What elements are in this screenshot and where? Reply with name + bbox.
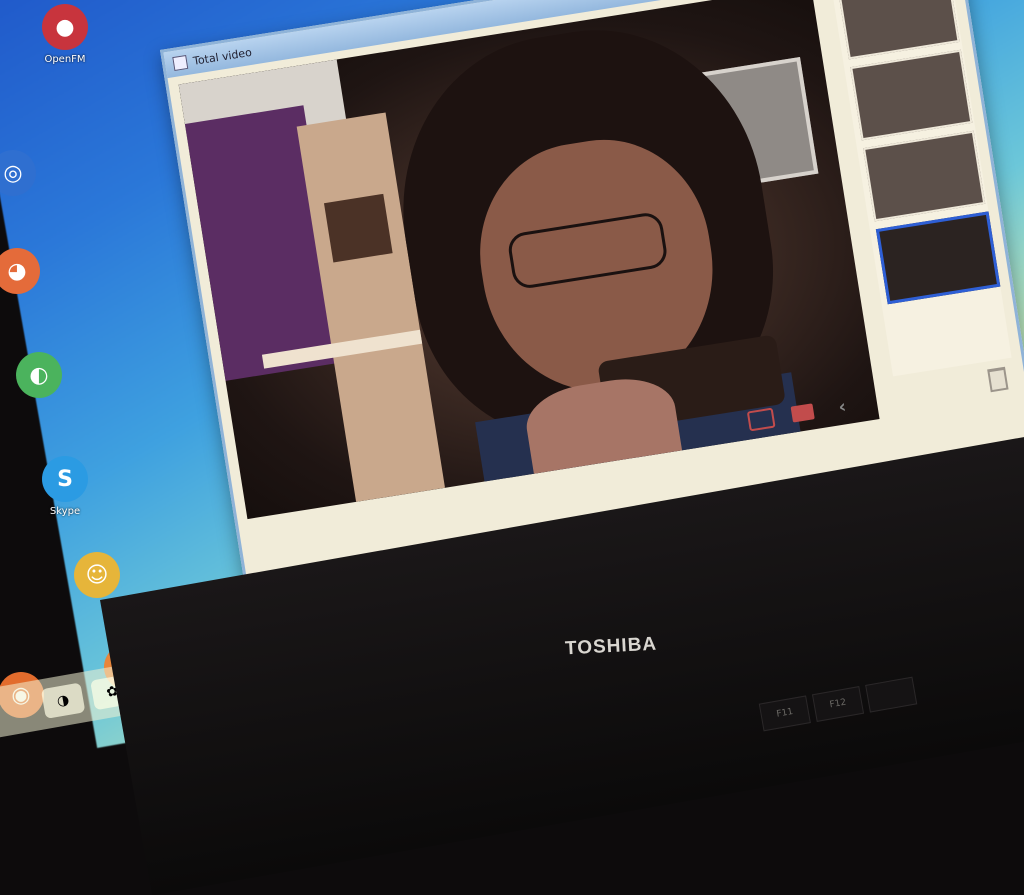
desktop-icon-skype[interactable]: S Skype xyxy=(30,456,100,517)
video-camera-icon[interactable] xyxy=(790,403,815,423)
skype-icon: S xyxy=(42,456,88,502)
chevron-left-icon[interactable]: ‹ xyxy=(830,396,854,418)
smiley-icon: ☺ xyxy=(74,552,120,598)
desktop-icon-3[interactable]: ◐ xyxy=(4,352,74,402)
taskbar-button[interactable]: ◑ xyxy=(40,682,86,719)
desktop-icon-2[interactable]: ◕ xyxy=(0,248,52,298)
desktop-icon-label: Skype xyxy=(49,506,81,517)
desktop-icon-openfm[interactable]: ● OpenFM xyxy=(30,4,100,65)
trash-icon[interactable] xyxy=(987,366,1009,393)
app-icon: ◎ xyxy=(0,150,36,196)
thumbnail[interactable] xyxy=(850,49,973,141)
window-app-icon xyxy=(172,54,189,71)
desktop-icon-label: OpenFM xyxy=(44,54,86,65)
openfm-icon: ● xyxy=(42,4,88,50)
webcam-feed xyxy=(178,0,880,520)
camera-icon[interactable] xyxy=(746,407,776,432)
thumbnail-selected[interactable] xyxy=(875,211,1001,305)
desktop-icon-1[interactable]: ◎ xyxy=(0,150,48,200)
media-center-icon: ◐ xyxy=(16,352,62,398)
chrome-icon: ◕ xyxy=(0,248,40,294)
thumbnail[interactable] xyxy=(837,0,960,60)
thumbnail[interactable] xyxy=(863,130,986,222)
window-title: Total video xyxy=(192,45,253,68)
desktop-icon-5[interactable]: ☺ xyxy=(62,552,132,602)
